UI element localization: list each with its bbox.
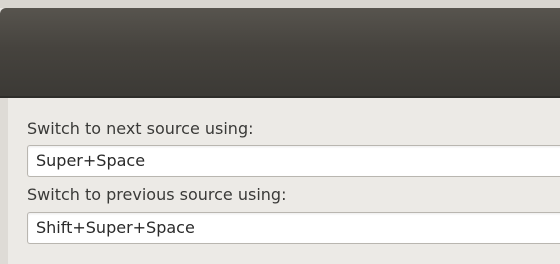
previous-source-shortcut-field[interactable]: Shift+Super+Space	[27, 212, 560, 244]
next-source-shortcut-field[interactable]: Super+Space	[27, 145, 560, 177]
window-left-border	[0, 98, 8, 264]
input-sources-dialog: Switch to next source using: Super+Space…	[0, 0, 560, 264]
previous-source-label: Switch to previous source using:	[27, 185, 287, 204]
window-titlebar[interactable]	[0, 8, 560, 98]
next-source-label: Switch to next source using:	[27, 119, 254, 138]
window-top-edge	[0, 0, 560, 8]
